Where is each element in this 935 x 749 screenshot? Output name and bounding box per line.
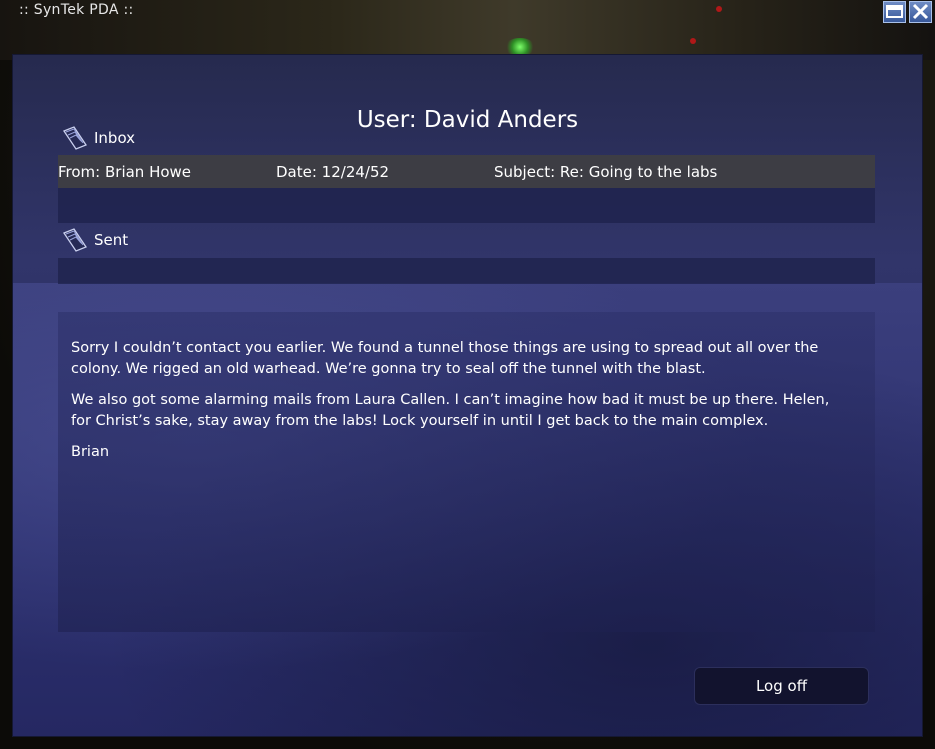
user-title: User: David Anders [356, 107, 579, 133]
background-green-light [505, 38, 535, 56]
inbox-list-area [58, 188, 875, 223]
message-from: From: Brian Howe [58, 163, 192, 181]
inbox-label: Inbox [94, 129, 136, 147]
inbox-folder[interactable]: Inbox [62, 125, 135, 151]
message-subject: Subject: Re: Going to the labs [494, 163, 718, 181]
background-red-light [716, 6, 722, 12]
folder-icon [63, 228, 87, 252]
background-red-light [690, 38, 696, 44]
message-signature: Brian [71, 444, 110, 460]
close-button[interactable] [909, 1, 932, 23]
minimize-icon [886, 5, 903, 18]
message-date: Date: 12/24/52 [276, 163, 390, 181]
sent-folder[interactable]: Sent [62, 227, 128, 253]
close-icon [912, 3, 929, 20]
folder-icon [63, 126, 87, 150]
background-scenery [0, 0, 935, 60]
sent-list-area [58, 258, 875, 284]
message-paragraph: Sorry I couldn’t contact you earlier. We… [71, 340, 819, 377]
sent-label: Sent [94, 231, 129, 249]
logoff-button[interactable]: Log off [694, 667, 869, 705]
message-row[interactable]: From: Brian Howe Date: 12/24/52 Subject:… [58, 155, 875, 188]
message-paragraph: We also got some alarming mails from Lau… [71, 392, 830, 429]
window-title: :: SynTek PDA :: [19, 2, 134, 18]
minimize-button[interactable] [883, 1, 906, 23]
